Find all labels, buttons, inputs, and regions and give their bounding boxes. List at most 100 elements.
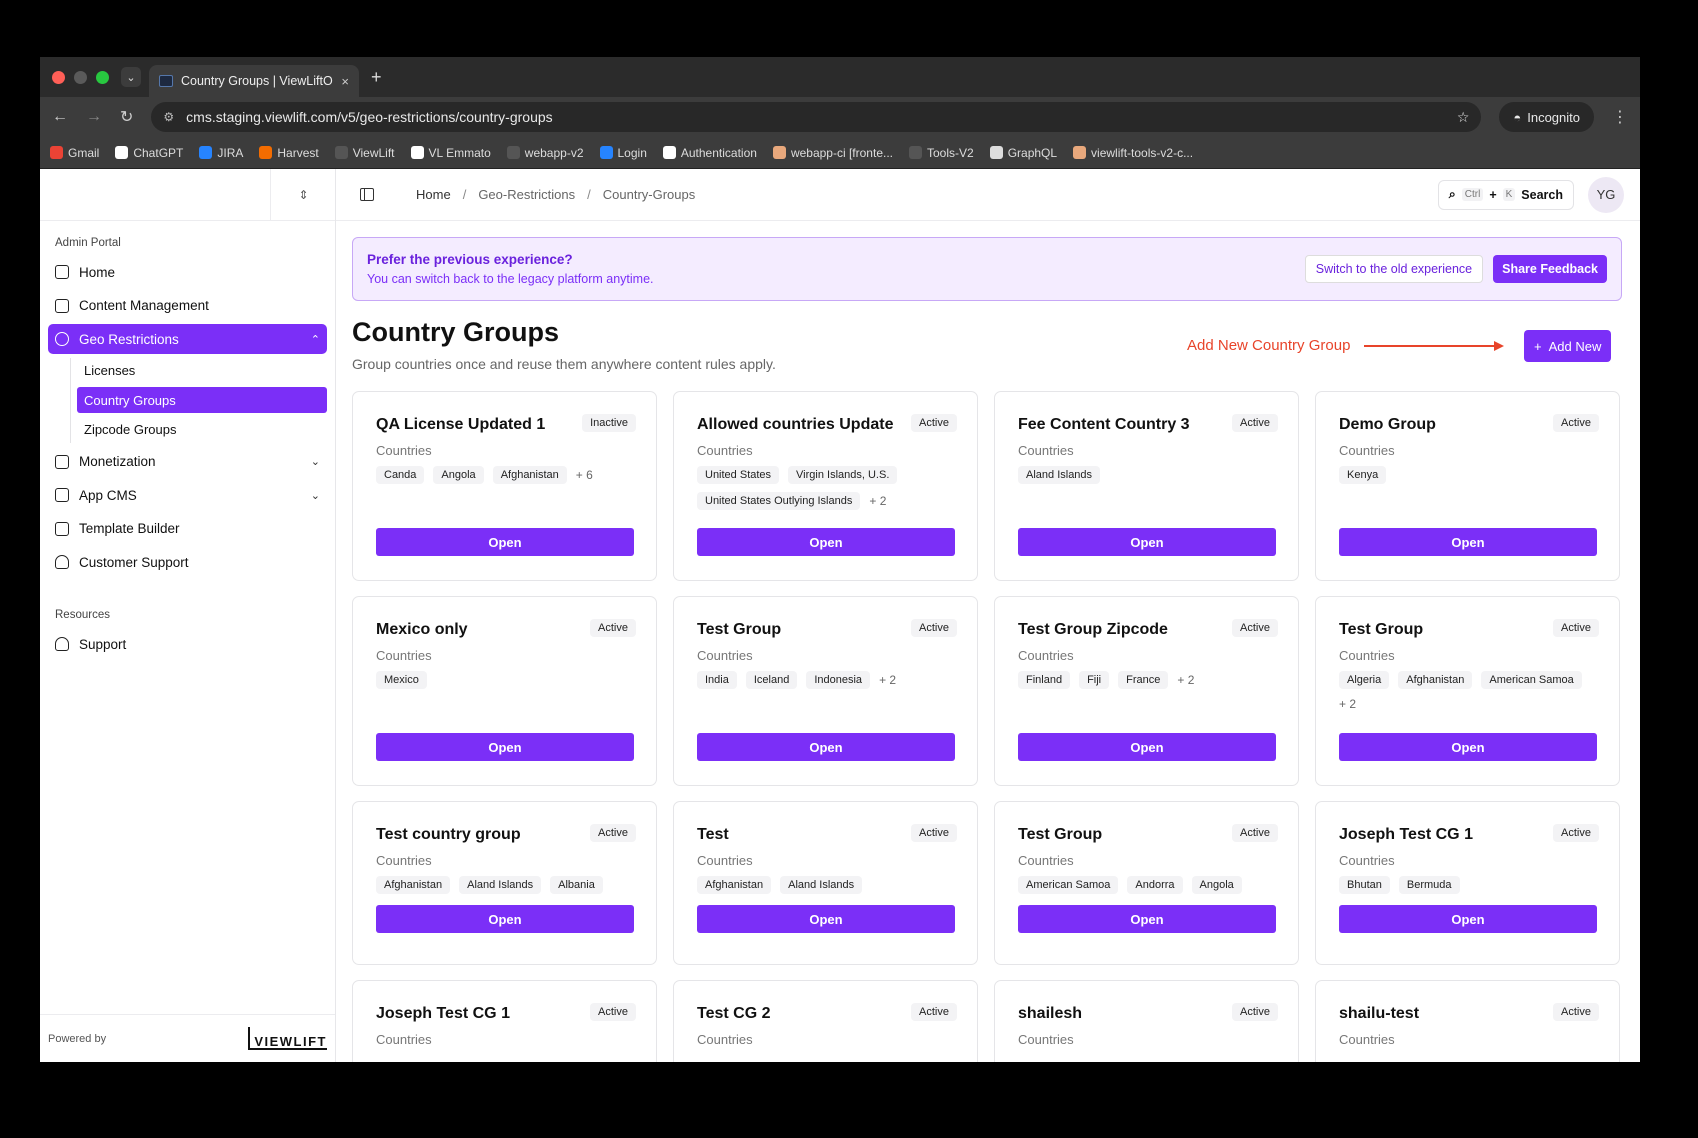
sidebar-item-zipcode-groups[interactable]: Zipcode Groups [77, 417, 327, 443]
sidebar-header: ⇕ [40, 169, 335, 221]
bookmark-item[interactable]: ViewLift [334, 146, 395, 160]
open-button[interactable]: Open [697, 528, 955, 556]
country-chips: Algeria Afghanistan American Samoa + 2 [1339, 671, 1597, 711]
sidebar-item-monetization[interactable]: Monetization ⌄ [48, 447, 327, 477]
grid-icon [55, 265, 69, 279]
bookmark-item[interactable]: webapp-v2 [506, 145, 584, 160]
sidebar-item-content-management[interactable]: Content Management [48, 291, 327, 321]
more-countries-count: + 6 [575, 468, 593, 482]
bookmark-item[interactable]: VL Emmato [410, 146, 491, 160]
countries-label: Countries [1339, 443, 1395, 458]
tab-close-icon[interactable]: × [341, 74, 349, 89]
bookmarks-bar: Gmail ChatGPT JIRA Harvest ViewLift VL Emmato… [40, 137, 1640, 169]
main-content: Home / Geo-Restrictions / Country-Groups… [336, 169, 1640, 1062]
bookmark-item[interactable]: Authentication [662, 146, 757, 160]
page-header: Country Groups Group countries once and … [352, 317, 776, 372]
breadcrumb-home[interactable]: Home [416, 187, 451, 202]
country-group-card: shailesh Active Countries [994, 980, 1299, 1062]
sidebar-item-label: App CMS [79, 487, 137, 503]
tab-search-chevron-icon[interactable]: ⌄ [121, 67, 141, 87]
sidebar-item-geo-restrictions[interactable]: Geo Restrictions ⌃ [48, 324, 327, 354]
bookmark-item[interactable]: Tools-V2 [909, 146, 974, 160]
country-chips: Canda Angola Afghanistan + 6 [376, 466, 634, 484]
status-badge: Active [590, 619, 636, 637]
bookmark-favicon-icon [989, 146, 1003, 159]
country-chip: Algeria [1339, 671, 1390, 689]
legacy-banner: Prefer the previous experience? You can … [352, 237, 1622, 301]
kbd-ctrl: Ctrl [1461, 188, 1484, 201]
open-button[interactable]: Open [1018, 733, 1276, 761]
sidebar-item-licenses[interactable]: Licenses [77, 358, 327, 384]
bookmark-label: webapp-v2 [524, 145, 584, 160]
open-button[interactable]: Open [376, 905, 634, 933]
country-chip: United States [697, 466, 780, 484]
status-badge: Active [1232, 414, 1278, 432]
bookmark-item[interactable]: Login [599, 146, 647, 160]
countries-label: Countries [1339, 1032, 1395, 1047]
browser-menu-icon[interactable]: ⋮ [1612, 107, 1628, 127]
film-icon [55, 298, 69, 313]
countries-label: Countries [1018, 443, 1074, 458]
bookmark-star-icon[interactable]: ☆ [1457, 109, 1470, 126]
country-chip: Aland Islands [459, 876, 542, 894]
headphones-icon [55, 637, 69, 651]
sidebar-item-support[interactable]: Support [48, 629, 327, 659]
switch-old-experience-button[interactable]: Switch to the old experience [1304, 255, 1484, 283]
sidebar-item-home[interactable]: Home [48, 257, 327, 287]
tab-favicon-icon [159, 75, 173, 87]
open-button[interactable]: Open [376, 733, 634, 761]
site-info-icon[interactable]: ⚙ [163, 110, 174, 124]
bookmark-favicon-icon [50, 146, 63, 159]
sidebar-item-app-cms[interactable]: App CMS ⌄ [48, 480, 327, 510]
status-badge: Active [911, 1003, 957, 1021]
workspace-switcher-icon[interactable]: ⇕ [270, 169, 336, 221]
search-button[interactable]: ⌕ Ctrl + K Search [1437, 179, 1574, 210]
avatar[interactable]: YG [1588, 176, 1624, 213]
status-badge: Active [590, 824, 636, 842]
new-tab-icon[interactable]: + [371, 67, 382, 88]
open-button[interactable]: Open [1339, 733, 1597, 761]
maximize-window-button[interactable] [96, 70, 109, 84]
toggle-sidebar-icon[interactable] [360, 188, 374, 201]
add-new-annotation: Add New Country Group [1187, 337, 1505, 354]
bookmark-item[interactable]: viewlift-tools-v2-c... [1073, 146, 1193, 160]
bookmark-item[interactable]: webapp-ci [fronte... [772, 146, 893, 160]
breadcrumb-geo-restrictions[interactable]: Geo-Restrictions [478, 187, 575, 202]
open-button[interactable]: Open [1339, 528, 1597, 556]
reload-icon[interactable]: ↻ [120, 107, 133, 127]
powered-by-label: Powered by [48, 1032, 107, 1045]
close-window-button[interactable] [52, 70, 65, 84]
sidebar-item-customer-support[interactable]: Customer Support [48, 547, 327, 577]
open-button[interactable]: Open [1339, 905, 1597, 933]
status-badge: Active [1232, 1003, 1278, 1021]
url-field[interactable]: ⚙ cms.staging.viewlift.com/v5/geo-restri… [151, 102, 1482, 132]
bookmark-item[interactable]: ChatGPT [115, 146, 183, 160]
sidebar-item-label: Home [79, 264, 116, 280]
breadcrumb-separator: / [587, 187, 591, 202]
add-new-button[interactable]: + Add New [1524, 330, 1612, 362]
sidebar-item-country-groups[interactable]: Country Groups [77, 387, 327, 413]
country-group-card: Test Active Countries Afghanistan Aland Isla… [673, 801, 978, 965]
country-group-card: Test country group Active Countries Afghani… [352, 801, 657, 965]
sliders-icon [55, 488, 69, 502]
open-button[interactable]: Open [697, 905, 955, 933]
forward-arrow-icon[interactable]: → [86, 108, 102, 126]
bookmark-item[interactable]: GraphQL [989, 146, 1057, 160]
open-button[interactable]: Open [1018, 905, 1276, 933]
back-arrow-icon[interactable]: ← [52, 108, 68, 126]
sidebar-item-label: Template Builder [79, 521, 180, 536]
bookmark-item[interactable]: Gmail [50, 146, 99, 160]
country-chips: India Iceland Indonesia + 2 [697, 671, 955, 689]
incognito-badge[interactable]: ◓ Incognito [1499, 102, 1594, 132]
bookmark-item[interactable]: JIRA [199, 146, 243, 160]
minimize-window-button[interactable] [74, 70, 87, 84]
sidebar-item-template-builder[interactable]: Template Builder [48, 514, 327, 544]
open-button[interactable]: Open [376, 528, 634, 556]
country-chip: Afghanistan [697, 876, 772, 894]
bookmark-label: Harvest [277, 145, 319, 160]
browser-tab-active[interactable]: Country Groups | ViewLiftOne × [149, 65, 359, 97]
share-feedback-button[interactable]: Share Feedback [1493, 255, 1607, 283]
open-button[interactable]: Open [697, 733, 955, 761]
open-button[interactable]: Open [1018, 528, 1276, 556]
bookmark-item[interactable]: Harvest [259, 145, 319, 160]
